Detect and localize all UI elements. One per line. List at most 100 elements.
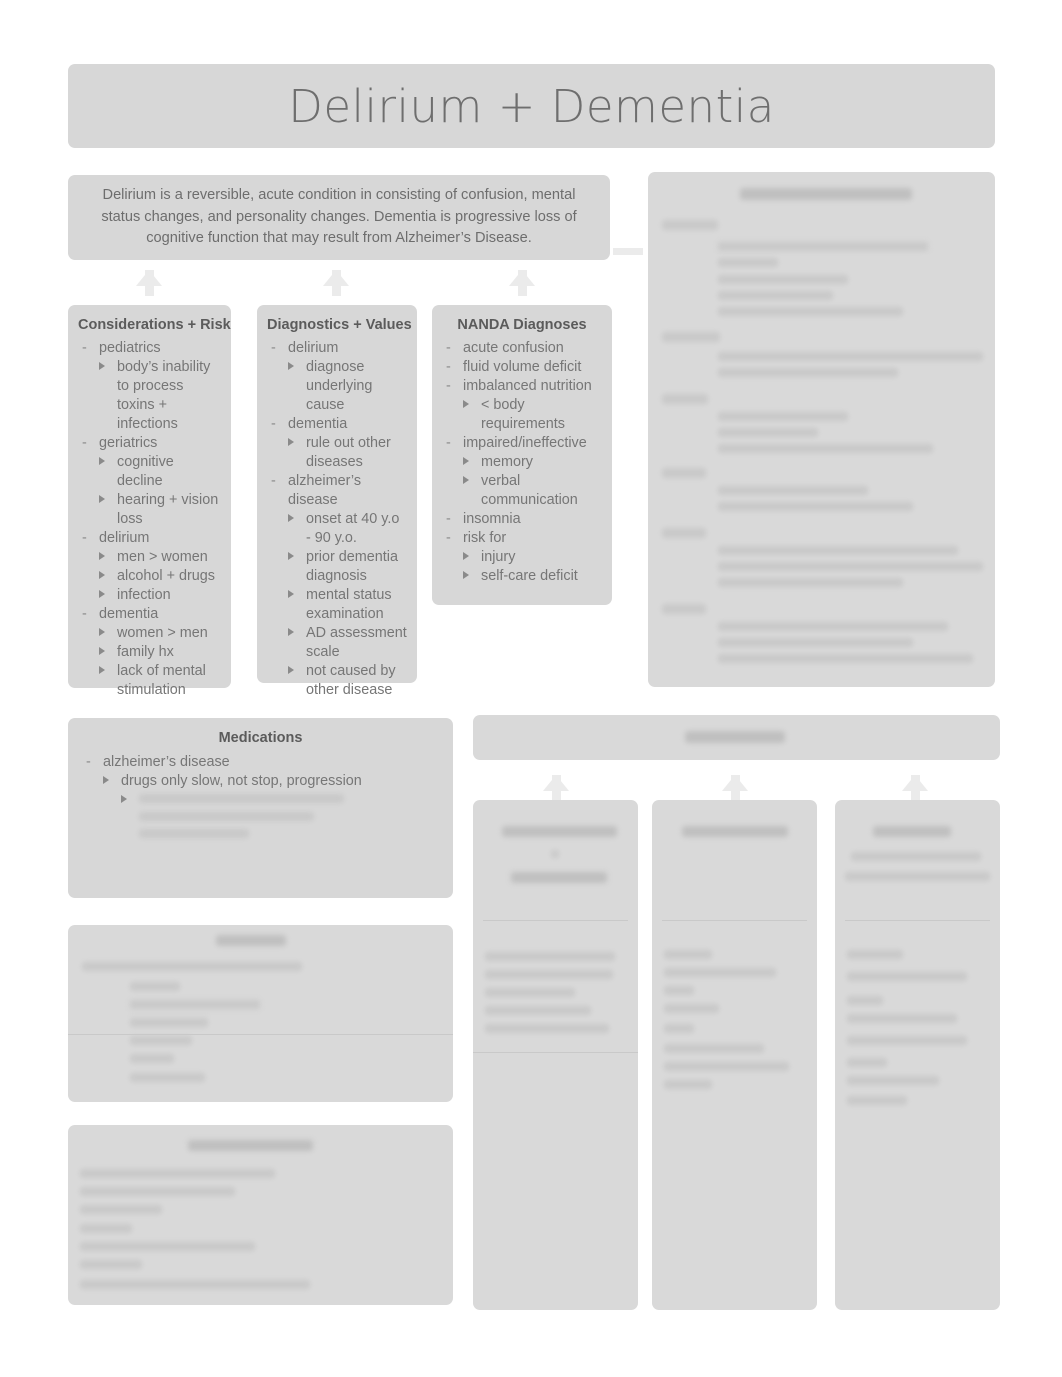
column-heading: Considerations + Risk: [78, 317, 231, 333]
illegible-text: [551, 850, 559, 858]
sublist: memory verbal communication: [463, 453, 602, 510]
illegible-text: [847, 1036, 967, 1045]
sublist: injury self-care deficit: [463, 548, 602, 586]
item-label: verbal communication: [481, 473, 578, 509]
triangle-bullet-icon: [288, 552, 294, 561]
section-label-illegible: [662, 220, 718, 230]
triangle-bullet-icon: [103, 776, 109, 785]
illegible-text: [718, 242, 928, 251]
triangle-bullet-icon: [288, 362, 294, 371]
divider: [68, 1034, 453, 1035]
dash-bullet: -: [86, 754, 91, 770]
item-label: impaired/ineffective: [463, 435, 587, 452]
list-item: AD assessment scale: [288, 624, 407, 662]
connector-arrow-considerations: [136, 270, 162, 286]
list-item: - impaired/ineffective memory verbal comm…: [442, 434, 602, 510]
triangle-bullet-icon: [288, 438, 294, 447]
intervention-column-2: [652, 800, 817, 1310]
sublist: onset at 40 y.o - 90 y.o. prior dementia…: [288, 510, 407, 700]
item-label: dementia: [99, 606, 159, 623]
connector-arrow-nanda: [509, 270, 535, 286]
illegible-text: [80, 1224, 132, 1233]
connector-arrow-intervention-3: [902, 775, 928, 791]
item-label: diagnose underlying cause: [306, 359, 373, 414]
divider: [662, 920, 807, 921]
list-item: - imbalanced nutrition < body requirement…: [442, 377, 602, 434]
item-label: alzheimer’s disease: [103, 754, 230, 770]
list-item: mental status examination: [288, 586, 407, 624]
medications-heading: Medications: [218, 730, 303, 746]
section-label-illegible: [662, 332, 720, 342]
item-label: risk for: [463, 530, 507, 547]
illegible-text: [130, 1018, 208, 1027]
illegible-text: [847, 996, 883, 1005]
illegible-text: [130, 982, 180, 991]
illegible-text: [718, 578, 903, 587]
list-item: onset at 40 y.o - 90 y.o.: [288, 510, 407, 548]
list-item: < body requirements: [463, 396, 602, 434]
triangle-bullet-icon: [288, 666, 294, 675]
list-nanda: - acute confusion - fluid volume deficit -…: [442, 339, 602, 586]
sublist: diagnose underlying cause: [288, 358, 407, 415]
item-label: geriatrics: [99, 435, 158, 452]
page-title-banner: Delirium + Dementia: [68, 64, 995, 148]
illegible-text: [718, 352, 983, 361]
illegible-text: [718, 502, 913, 511]
illegible-text: [718, 654, 973, 663]
sublist: body’s inability to process toxins + inf…: [99, 358, 221, 434]
item-label: body’s inability to process toxins + inf…: [117, 359, 211, 433]
column-heading: NANDA Diagnoses: [457, 317, 587, 333]
connector-arrow-intervention-2: [722, 775, 748, 791]
list-medications: - alzheimer’s disease drugs only slow, no…: [82, 753, 439, 846]
item-label: fluid volume deficit: [463, 359, 582, 376]
right-reference-panel: [648, 172, 995, 687]
connector-arrow-intervention-1: [543, 775, 569, 791]
list-diagnostics: - delirium diagnose underlying cause - dem…: [267, 339, 407, 700]
illegible-text: [80, 1260, 142, 1269]
illegible-text: [847, 1058, 887, 1067]
item-label: alcohol + drugs: [117, 568, 216, 585]
illegible-text: [718, 546, 958, 555]
triangle-bullet-icon: [99, 628, 105, 637]
list-item: lack of mental stimulation: [99, 662, 221, 700]
triangle-bullet-icon: [99, 552, 105, 561]
column-heading: Diagnostics + Values: [267, 317, 412, 333]
triangle-bullet-icon: [99, 362, 105, 371]
illegible-text: [664, 968, 776, 977]
description-text: Delirium is a reversible, acute conditio…: [101, 186, 577, 247]
illegible-text: [80, 1169, 275, 1178]
triangle-bullet-icon: [463, 457, 469, 466]
patient-education-box: [68, 1125, 453, 1305]
illegible-text: [847, 950, 903, 959]
list-item: women > men: [99, 624, 221, 643]
list-item: - alzheimer’s disease drugs only slow, no…: [82, 753, 439, 846]
item-label: family hx: [117, 644, 174, 661]
list-item: not caused by other disease: [288, 662, 407, 700]
dash-bullet: -: [82, 606, 87, 623]
connector-stem-right: [613, 248, 643, 255]
list-item: - fluid volume deficit: [442, 358, 602, 377]
triangle-bullet-icon: [99, 647, 105, 656]
item-label: drugs only slow, not stop, progression: [121, 773, 362, 790]
column-nanda-diagnoses: NANDA Diagnoses - acute confusion - fluid …: [432, 305, 612, 605]
dash-bullet: -: [446, 359, 451, 376]
item-label: AD assessment scale: [306, 625, 407, 661]
illegible-text: [845, 872, 990, 881]
column-heading-illegible: [682, 826, 788, 837]
item-label: insomnia: [463, 511, 521, 528]
banner-heading-illegible: [685, 731, 785, 743]
divider: [845, 920, 990, 921]
list-item: - geriatrics cognitive decline hearing + …: [78, 434, 221, 529]
intervention-column-1: [473, 800, 638, 1310]
illegible-text: [130, 1054, 174, 1063]
list-item: [121, 791, 439, 810]
illegible-text: [80, 1205, 162, 1214]
illegible-text: [485, 970, 613, 979]
illegible-text: [485, 952, 615, 961]
illegible-text: [130, 1000, 260, 1009]
triangle-bullet-icon: [463, 400, 469, 409]
section-label-illegible: [662, 394, 708, 404]
item-label: injury: [481, 549, 516, 566]
list-item: injury: [463, 548, 602, 567]
list-item: drugs only slow, not stop, progression: [103, 772, 439, 846]
